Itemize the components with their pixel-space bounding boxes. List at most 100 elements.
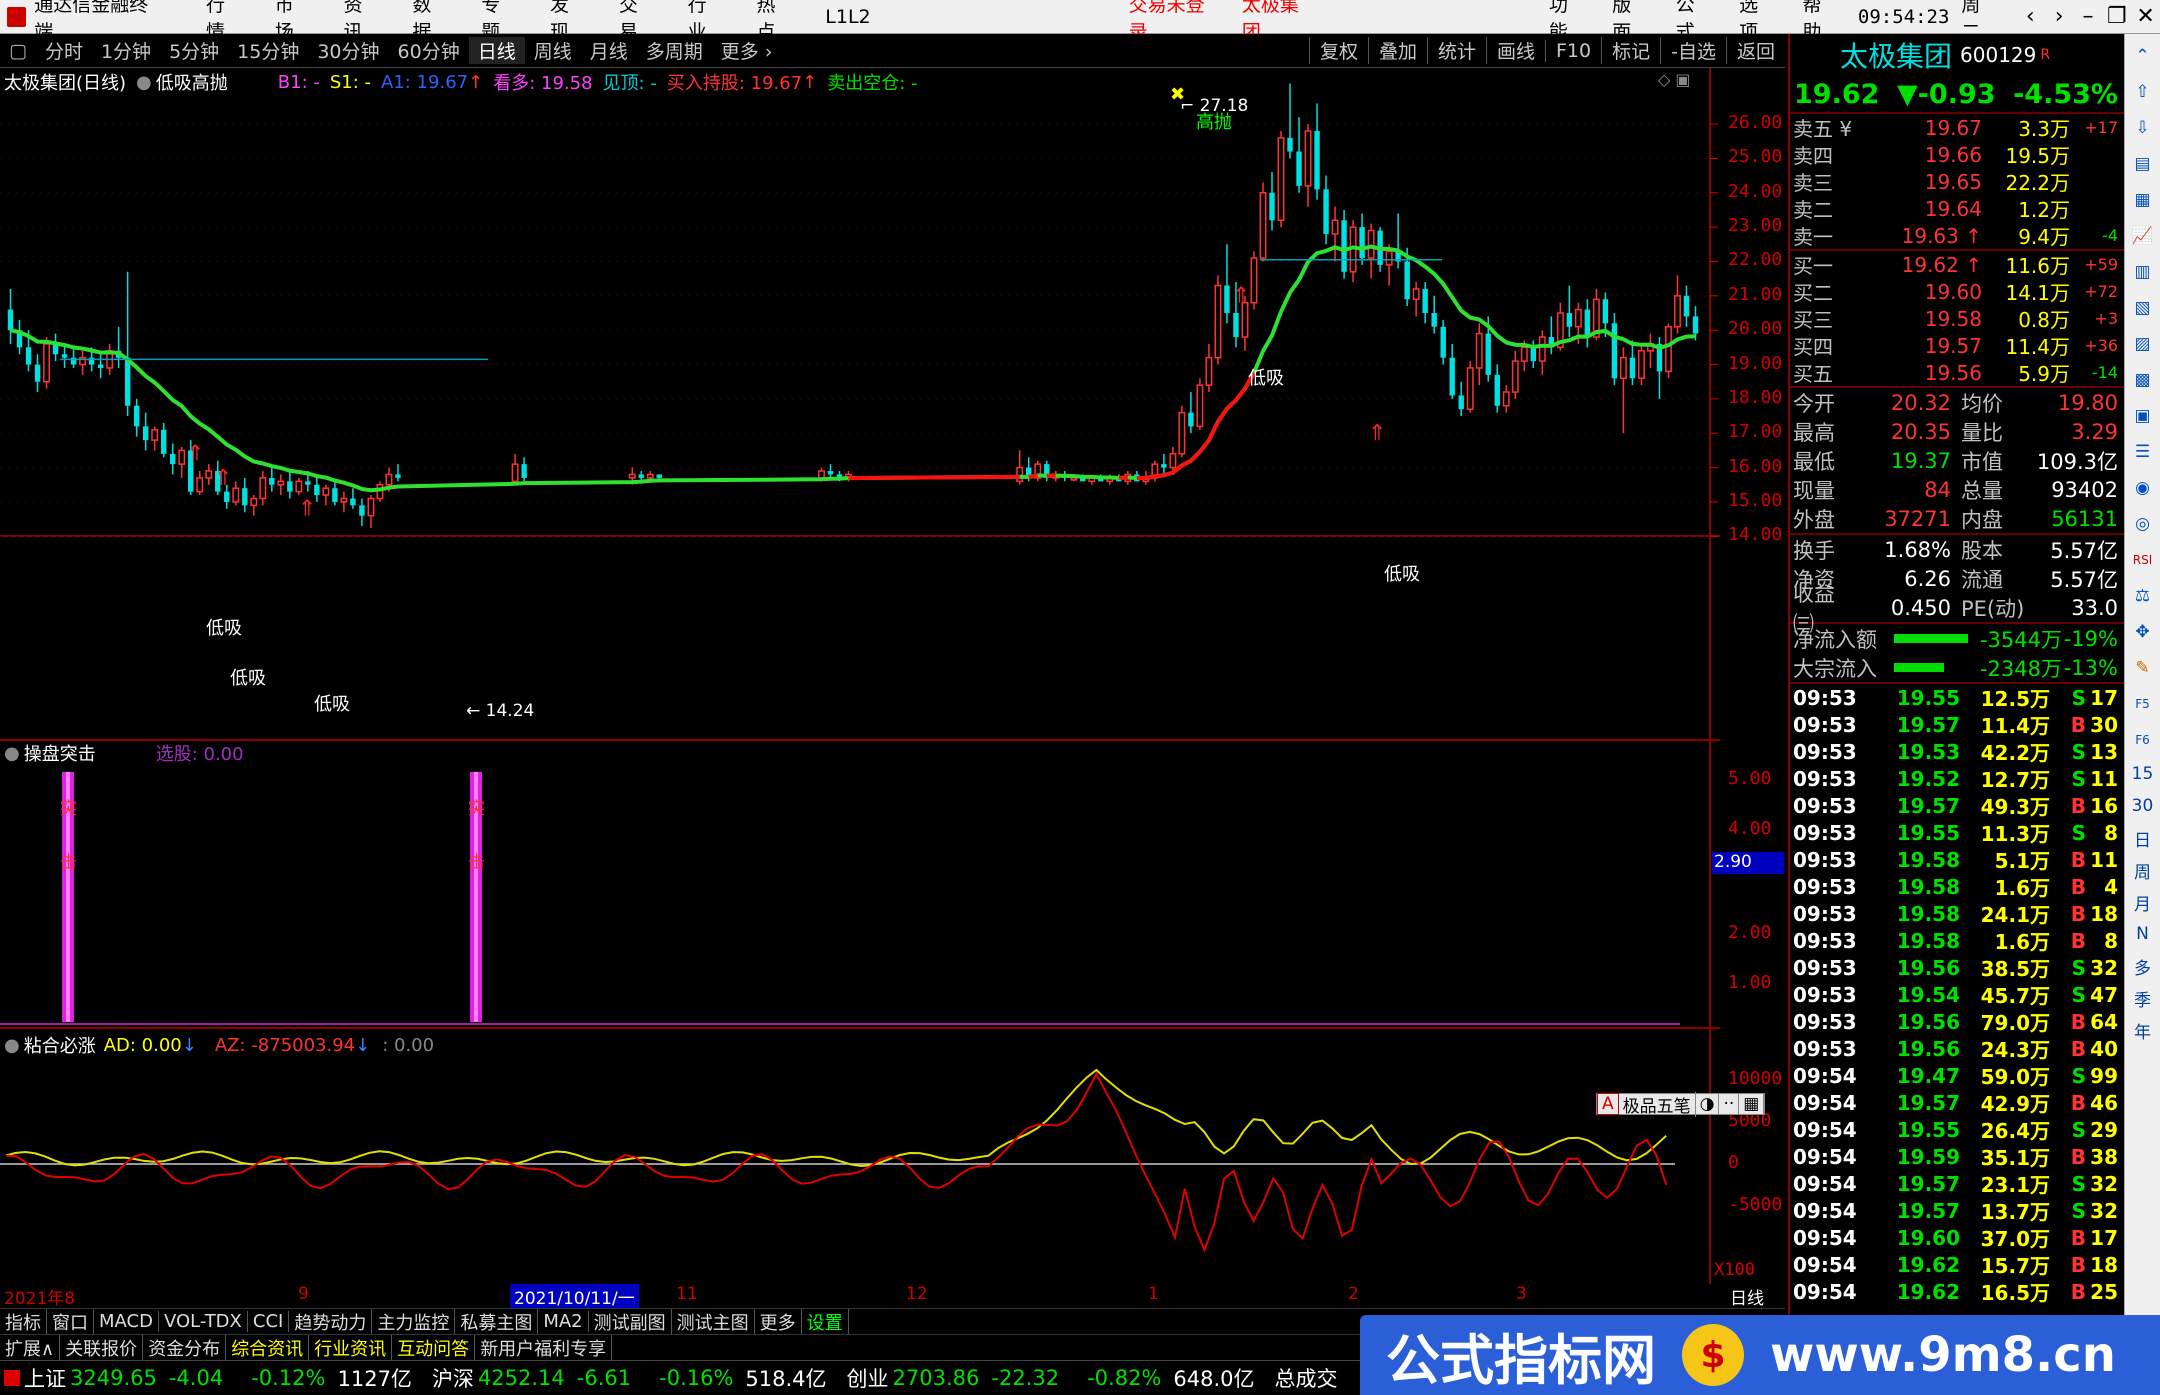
ext-tab-0[interactable]: 扩展∧: [0, 1334, 61, 1361]
sub2-name[interactable]: 粘合必涨: [24, 1032, 96, 1058]
tool-3[interactable]: 画线: [1485, 37, 1545, 64]
ext-tab-4[interactable]: 行业资讯: [309, 1334, 393, 1361]
indicator-tab-4[interactable]: CCI: [248, 1311, 290, 1332]
collapse-icon[interactable]: ▢: [0, 40, 36, 62]
indicator-tab-10[interactable]: 测试主图: [672, 1308, 755, 1335]
chart-canvas[interactable]: ⇑⇑⇑⇑⇑✖: [0, 68, 1788, 1284]
sub1-dot-icon[interactable]: ●: [4, 743, 20, 764]
ime-tool-3[interactable]: ··: [1719, 1094, 1740, 1114]
move-icon[interactable]: ✥: [2129, 618, 2157, 646]
indicator-tab-7[interactable]: 私募主图: [455, 1308, 539, 1335]
sells-row[interactable]: 卖二 19.64 1.2万: [1790, 195, 2124, 223]
period-tab-3[interactable]: 15分钟: [228, 37, 308, 64]
sidebar-period-4[interactable]: 多: [2129, 953, 2157, 979]
ime-tool-1[interactable]: 极品五笔: [1619, 1091, 1696, 1117]
sidebar-period-5[interactable]: 季: [2129, 985, 2157, 1011]
tool-1[interactable]: 叠加: [1367, 37, 1427, 64]
menu-9[interactable]: L1L2: [825, 6, 870, 28]
sh-name[interactable]: 上证: [24, 1363, 66, 1393]
down-arrow-icon[interactable]: ⇩: [2129, 114, 2157, 142]
period-tab-9[interactable]: 多周期: [637, 37, 712, 64]
fund-icon[interactable]: ▨: [2129, 330, 2157, 358]
buys-row[interactable]: 买五 19.56 5.9万 -14: [1790, 359, 2124, 387]
rsi-icon[interactable]: RSI: [2129, 546, 2157, 574]
buys-row[interactable]: 买四 19.57 11.4万 +36: [1790, 332, 2124, 360]
period-tab-10[interactable]: 更多 ›: [712, 37, 782, 64]
indicator-tab-6[interactable]: 主力监控: [372, 1308, 456, 1335]
back-arrow-icon[interactable]: ‹: [2016, 4, 2045, 29]
trend-icon[interactable]: 📈: [2129, 222, 2157, 250]
indicator-tab-9[interactable]: 测试副图: [589, 1308, 672, 1335]
tool-6[interactable]: -自选: [1660, 37, 1726, 64]
tool-4[interactable]: F10: [1545, 39, 1601, 62]
buys-row[interactable]: 买二 19.60 14.1万 +72: [1790, 278, 2124, 306]
sidebar-period-0[interactable]: 日: [2129, 825, 2157, 851]
period-tab-7[interactable]: 周线: [525, 37, 581, 64]
eye-icon[interactable]: ◉: [2129, 474, 2157, 502]
sidebar-period-2[interactable]: 月: [2129, 889, 2157, 915]
sidebar-period-3[interactable]: N: [2129, 921, 2157, 947]
period-tab-8[interactable]: 月线: [581, 37, 637, 64]
indicator-tab-11[interactable]: 更多: [755, 1308, 802, 1335]
period-tab-2[interactable]: 5分钟: [160, 37, 228, 64]
indicator-tab-1[interactable]: 窗口: [47, 1308, 94, 1335]
f5-icon[interactable]: F5: [2129, 690, 2157, 718]
tool-5[interactable]: 标记: [1601, 37, 1660, 64]
cy-name[interactable]: 创业: [847, 1363, 889, 1393]
collapse-up-icon[interactable]: ⌃: [2129, 42, 2157, 70]
period-tab-0[interactable]: 分时: [36, 37, 92, 64]
ime-tool-4[interactable]: ▦: [1739, 1094, 1765, 1114]
sells-row[interactable]: 卖五 ¥ 19.67 3.3万 +17: [1790, 114, 2124, 142]
sz-name[interactable]: 沪深: [432, 1363, 474, 1393]
tool-0[interactable]: 复权: [1308, 37, 1368, 64]
info-icon[interactable]: ◎: [2129, 510, 2157, 538]
period-tab-1[interactable]: 1分钟: [92, 37, 160, 64]
board-icon[interactable]: ▣: [2129, 402, 2157, 430]
buys-row[interactable]: 买三 19.58 0.8万 +3: [1790, 305, 2124, 333]
sells-row[interactable]: 卖一 19.63 ↑ 9.4万 -4: [1790, 222, 2124, 250]
ime-toolbox[interactable]: A 极品五笔 ◑ ·· ▦: [1596, 1091, 1766, 1117]
sub1-name[interactable]: 操盘突击: [24, 740, 96, 766]
ext-tab-3[interactable]: 综合资讯: [226, 1334, 310, 1361]
up-arrow-icon[interactable]: ⇧: [2129, 78, 2157, 106]
restore-icon[interactable]: ❐: [2102, 4, 2131, 29]
period-15-button[interactable]: 15: [2129, 761, 2157, 787]
ext-tab-6[interactable]: 新用户福利专享: [475, 1334, 613, 1361]
indicator-tab-3[interactable]: VOL-TDX: [159, 1311, 248, 1332]
kline-icon[interactable]: ▥: [2129, 258, 2157, 286]
indicator-tab-2[interactable]: MACD: [94, 1311, 159, 1332]
list-icon[interactable]: ☰: [2129, 438, 2157, 466]
indicator-tab-0[interactable]: 指标: [0, 1308, 47, 1335]
news-icon[interactable]: ▩: [2129, 366, 2157, 394]
ext-tab-5[interactable]: 互动问答: [392, 1334, 476, 1361]
sidebar-period-6[interactable]: 年: [2129, 1017, 2157, 1043]
sidebar-period-1[interactable]: 周: [2129, 857, 2157, 883]
indicator-tab-8[interactable]: MA2: [538, 1311, 589, 1332]
period-tab-6[interactable]: 日线: [468, 37, 525, 64]
table-icon[interactable]: ▦: [2129, 186, 2157, 214]
period-tab-5[interactable]: 60分钟: [389, 37, 469, 64]
sub2-dot-icon[interactable]: ●: [4, 1035, 20, 1056]
ext-tab-1[interactable]: 关联报价: [60, 1334, 144, 1361]
tool-2[interactable]: 统计: [1426, 37, 1486, 64]
chart-corner-icons[interactable]: ◇ ▣: [1658, 70, 1691, 89]
f6-icon[interactable]: F6: [2129, 726, 2157, 754]
sells-row[interactable]: 卖四 19.66 19.5万: [1790, 141, 2124, 169]
sells-row[interactable]: 卖三 19.65 22.2万: [1790, 168, 2124, 196]
period-tab-4[interactable]: 30分钟: [308, 37, 388, 64]
period-30-button[interactable]: 30: [2129, 793, 2157, 819]
f10-icon[interactable]: ▧: [2129, 294, 2157, 322]
ime-tool-0[interactable]: A: [1597, 1093, 1619, 1115]
ime-tool-2[interactable]: ◑: [1696, 1094, 1720, 1114]
chart-icon[interactable]: ▤: [2129, 150, 2157, 178]
close-icon[interactable]: ✕: [2131, 4, 2160, 29]
forward-arrow-icon[interactable]: ›: [2045, 4, 2074, 29]
scale-icon[interactable]: ⚖: [2129, 582, 2157, 610]
indicator-tab-5[interactable]: 趋势动力: [289, 1308, 373, 1335]
indicator-tab-12[interactable]: 设置: [802, 1308, 849, 1335]
pen-icon[interactable]: ✎: [2129, 654, 2157, 682]
tool-7[interactable]: 返回: [1725, 37, 1785, 64]
ext-tab-2[interactable]: 资金分布: [143, 1334, 227, 1361]
minimize-icon[interactable]: –: [2074, 4, 2103, 29]
buys-row[interactable]: 买一 19.62 ↑ 11.6万 +59: [1790, 251, 2124, 279]
